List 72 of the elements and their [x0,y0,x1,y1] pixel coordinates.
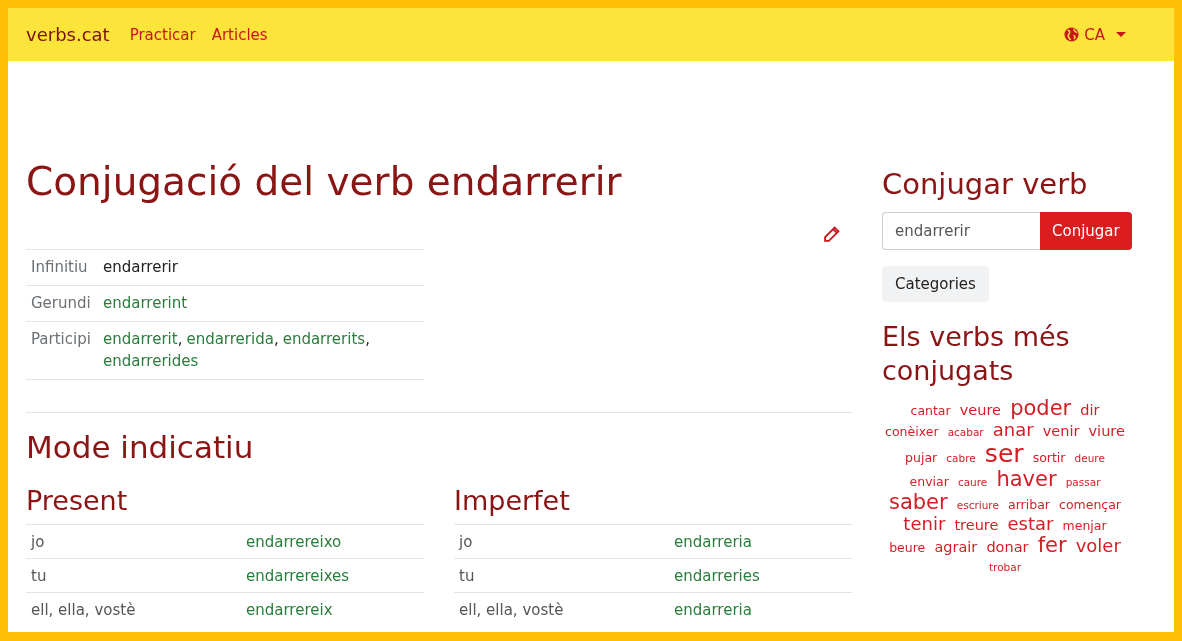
person-label: tu [459,566,476,587]
verb-link[interactable]: dir [1080,402,1100,419]
nav-link[interactable]: Articles [211,25,268,44]
verb-form-link[interactable]: endarreria [674,531,752,553]
person-label: jo [459,532,474,553]
verb-link[interactable]: conèixer [885,424,939,440]
section-title: Mode indicatiu [26,429,255,465]
verb-link[interactable]: viure [1088,423,1125,440]
verb-link[interactable]: poder [1010,396,1072,421]
verb-form-link[interactable]: endarrerits [282,328,366,350]
categories-button[interactable]: Categories [882,265,989,302]
separator: , [273,329,279,350]
language-dropdown[interactable]: CA [1064,25,1126,44]
person-label: ell, ella, vostè [459,600,565,621]
verb-form-link[interactable]: endarrereixes [246,565,350,587]
verb-form-link[interactable]: endarreries [674,565,760,587]
verb-link[interactable]: treure [954,517,999,533]
verb-link[interactable]: cantar [910,403,951,419]
verb-link[interactable]: estar [1007,513,1054,534]
verb-input[interactable]: endarrerir [882,211,1040,250]
page-title: Conjugació del verb endarrerir [26,159,623,204]
separator: , [365,329,370,350]
verb-link[interactable]: passar [1065,475,1101,488]
person-label: ell, ella, vostè [31,600,137,621]
nav-link[interactable]: Practicar [129,25,196,44]
globe-icon [1064,27,1080,42]
sidebar-title: Conjugar verb [882,167,1089,202]
verb-link[interactable]: fer [1037,532,1067,557]
verb-link[interactable]: menjar [1062,518,1107,533]
brand-link[interactable]: verbs.cat [26,24,110,45]
verb-form-link[interactable]: endarrereix [246,599,333,621]
verb-link[interactable]: beure [889,539,926,555]
form-label: Gerundi [31,293,92,314]
verb-link[interactable]: cabre [946,452,976,465]
verb-link[interactable]: tenir [903,513,946,534]
verb-form-link[interactable]: endarrereixo [246,531,342,553]
verb-link[interactable]: trobar [988,561,1021,574]
verb-link[interactable]: acabar [947,426,984,439]
form-label: Participi [31,329,92,350]
verb-link[interactable]: sortir [1032,450,1066,466]
verb-form-link[interactable]: endarrerides [103,350,199,372]
verb-link[interactable]: deure [1074,452,1105,465]
verb-form-link[interactable]: endarrerit [103,328,178,350]
verb-form-link[interactable]: endarreria [674,599,752,621]
verb-link[interactable]: enviar [909,473,949,489]
verb-link[interactable]: arribar [1008,496,1050,512]
verb-link[interactable]: pujar [905,450,938,466]
verb-link[interactable]: ser [984,439,1024,469]
verb-link[interactable]: agrair [934,538,978,555]
person-label: jo [31,532,46,553]
tense-title: Imperfet [454,485,571,516]
verb-link[interactable]: anar [992,419,1034,441]
verb-form-link[interactable]: endarrerint [103,292,188,314]
pencil-icon[interactable] [823,226,840,243]
verb-link[interactable]: veure [959,402,1002,419]
verb-link[interactable]: voler [1075,534,1121,556]
verb-link[interactable]: saber [888,489,948,514]
verb-link[interactable]: venir [1042,423,1080,440]
verb-link[interactable]: caure [957,475,988,488]
cloud-title: Els verbs més conjugats [882,319,1071,388]
form-label: Infinitiu [31,257,89,278]
tense-title: Present [26,485,129,516]
person-label: tu [31,566,48,587]
separator: , [177,329,183,350]
verb-link[interactable]: donar [986,538,1029,555]
verb-form: endarrerir [103,257,178,278]
conjugate-button[interactable]: Conjugar [1040,211,1132,250]
verb-link[interactable]: haver [996,466,1057,491]
caret-icon [1116,31,1126,38]
verb-link[interactable]: començar [1059,496,1121,512]
verb-form-link[interactable]: endarrerida [186,328,274,350]
verb-link[interactable]: escriure [956,498,999,511]
